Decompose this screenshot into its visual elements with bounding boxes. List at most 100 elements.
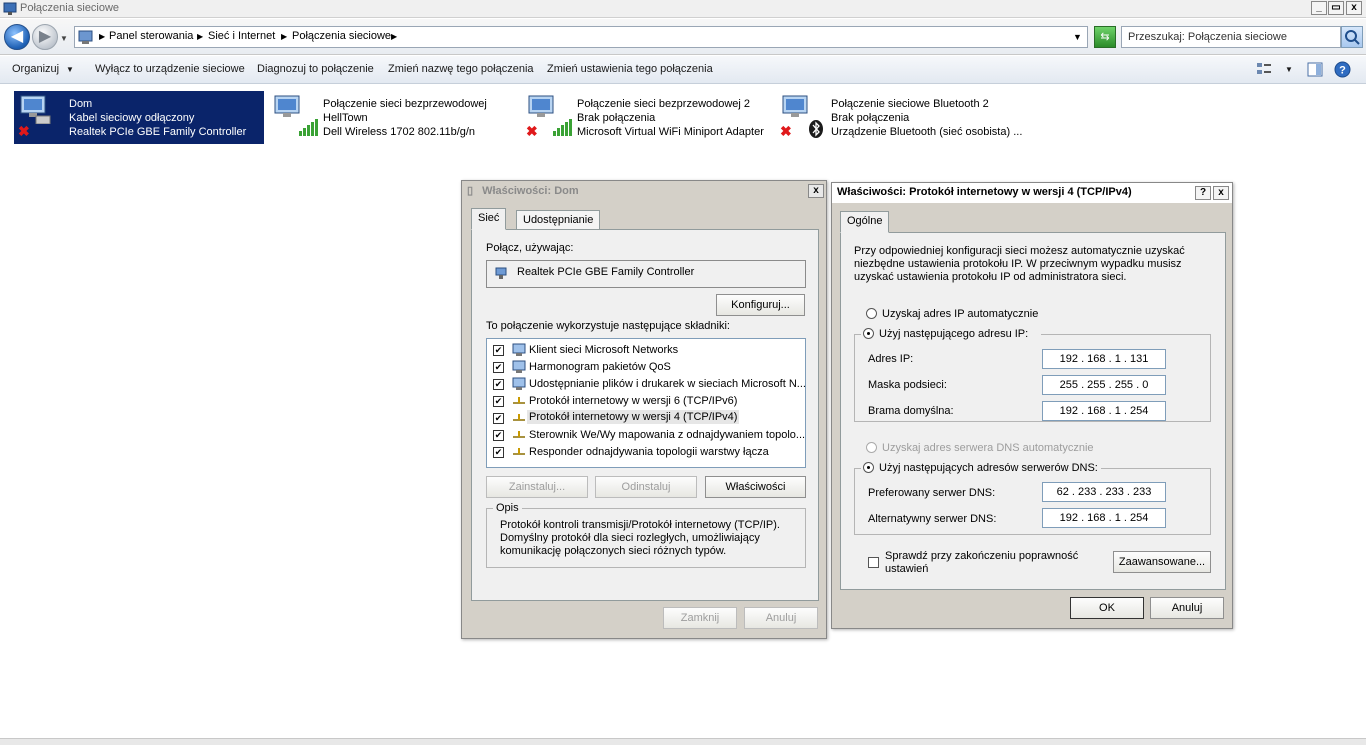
rename-button[interactable]: Zmień nazwę tego połączenia (388, 63, 534, 75)
minimize-button[interactable]: _ (1311, 1, 1327, 15)
forward-button[interactable]: ▶ (32, 24, 58, 50)
help-button[interactable]: ? (1195, 186, 1211, 200)
tab-general[interactable]: Ogólne (840, 211, 890, 233)
command-bar: Organizuj ▼ Wyłącz to urządzenie sieciow… (0, 56, 1366, 84)
change-settings-button[interactable]: Zmień ustawienia tego połączenia (547, 63, 713, 75)
checkbox[interactable]: ✔ (493, 362, 504, 373)
ok-button[interactable]: OK (1070, 597, 1144, 619)
component-label: Klient sieci Microsoft Networks (529, 344, 679, 356)
checkbox[interactable]: ✔ (493, 379, 504, 390)
checkbox[interactable]: ✔ (493, 413, 504, 424)
bluetooth-icon (809, 120, 823, 138)
recent-pages-dropdown-icon[interactable]: ▼ (60, 34, 68, 43)
auto-ip-option[interactable]: Uzyskaj adres IP automatycznie (866, 307, 1116, 321)
view-dropdown-icon[interactable]: ▼ (1285, 65, 1293, 74)
address-input[interactable]: ▶ Panel sterowania ▶ Sieć i Internet ▶ P… (74, 26, 1088, 48)
advanced-button[interactable]: Zaawansowane... (1113, 551, 1211, 573)
checkbox[interactable] (868, 557, 879, 568)
list-item[interactable]: ✔ Sterownik We/Wy mapowania z odnajdywan… (493, 428, 805, 443)
dns-group: Użyj następujących adresów serwerów DNS:… (854, 461, 1211, 535)
manual-ip-label: Użyj następującego adresu IP: (879, 328, 1029, 340)
close-dialog-button[interactable]: Zamknij (663, 607, 737, 629)
default-gateway-field[interactable]: 192 . 168 . 1 . 254 (1042, 401, 1166, 421)
breadcrumb-arrow-icon[interactable]: ▶ (281, 32, 287, 41)
connection-item-wireless[interactable]: Połączenie sieci bezprzewodowej HellTown… (268, 91, 508, 144)
organize-menu[interactable]: Organizuj (12, 63, 59, 75)
subnet-mask-field[interactable]: 255 . 255 . 255 . 0 (1042, 375, 1166, 395)
preferred-dns-field[interactable]: 62 . 233 . 233 . 233 (1042, 482, 1166, 502)
chevron-down-icon[interactable]: ▼ (66, 65, 74, 74)
install-button[interactable]: Zainstaluj... (486, 476, 588, 498)
close-button[interactable]: x (1213, 186, 1229, 200)
auto-dns-label: Uzyskaj adres serwera DNS automatycznie (882, 442, 1094, 454)
maximize-button[interactable]: ▭ (1328, 1, 1344, 15)
list-item[interactable]: ✔ Protokół internetowy w wersji 4 (TCP/I… (493, 410, 793, 426)
properties-button[interactable]: Właściwości (705, 476, 806, 498)
breadcrumb-arrow-icon[interactable]: ▶ (197, 32, 203, 41)
title-bar: Połączenia sieciowe _ ▭ x (0, 0, 1366, 18)
arrow-right-icon: ▶ (38, 28, 52, 45)
alternate-dns-field[interactable]: 192 . 168 . 1 . 254 (1042, 508, 1166, 528)
window-title: Połączenia sieciowe (20, 2, 120, 14)
checkbox[interactable]: ✔ (493, 430, 504, 441)
back-button[interactable]: ◀ (4, 24, 30, 50)
manual-ip-option[interactable]: Użyj następującego adresu IP: (861, 327, 1041, 341)
address-bar: ◀ ▶ ▼ ▶ Panel sterowania ▶ Sieć i Intern… (0, 19, 1366, 55)
uninstall-button[interactable]: Odinstaluj (595, 476, 697, 498)
close-button[interactable]: x (1346, 1, 1362, 15)
components-list[interactable]: ✔ Klient sieci Microsoft Networks ✔ Harm… (486, 338, 806, 468)
radio-button[interactable] (863, 462, 874, 473)
protocol-icon (513, 448, 525, 455)
connection-status: Brak połączenia (577, 112, 656, 124)
cancel-button[interactable]: Anuluj (1150, 597, 1224, 619)
breadcrumb-network-internet[interactable]: Sieć i Internet (208, 30, 275, 42)
radio-button[interactable] (866, 308, 877, 319)
connection-item-bluetooth[interactable]: ✖ Połączenie sieciowe Bluetooth 2 Brak p… (776, 91, 1026, 144)
diagnose-button[interactable]: Diagnozuj to połączenie (257, 63, 374, 75)
address-history-dropdown-icon[interactable]: ▼ (1073, 32, 1082, 42)
connection-item-wireless-2[interactable]: ✖ Połączenie sieci bezprzewodowej 2 Brak… (522, 91, 767, 144)
manual-dns-label: Użyj następujących adresów serwerów DNS: (879, 462, 1098, 474)
breadcrumb-arrow-icon[interactable]: ▶ (99, 32, 105, 41)
connection-name: Połączenie sieci bezprzewodowej 2 (577, 98, 751, 110)
radio-button[interactable] (863, 328, 874, 339)
checkbox[interactable]: ✔ (493, 447, 504, 458)
connection-device: Realtek PCIe GBE Family Controller (69, 126, 247, 138)
disconnected-x-icon: ✖ (780, 123, 792, 139)
connection-item-dom[interactable]: ✖ Dom Kabel sieciowy odłączony Realtek P… (14, 91, 264, 144)
preview-pane-icon[interactable] (1307, 62, 1323, 77)
list-item[interactable]: ✔ Udostępnianie plików i drukarek w siec… (493, 377, 806, 392)
subnet-mask-label: Maska podsieci: (868, 379, 947, 391)
list-item[interactable]: ✔ Klient sieci Microsoft Networks (493, 343, 793, 358)
checkbox[interactable]: ✔ (493, 396, 504, 407)
list-item[interactable]: ✔ Responder odnajdywania topologii warst… (493, 445, 793, 460)
description-group: Opis Protokół kontroli transmisji/Protok… (486, 502, 806, 568)
ip-address-field[interactable]: 192 . 168 . 1 . 131 (1042, 349, 1166, 369)
breadcrumb-network-connections[interactable]: Połączenia sieciowe (292, 30, 391, 42)
signal-strength-icon (553, 119, 572, 136)
tab-sharing[interactable]: Udostępnianie (516, 210, 601, 229)
configure-button[interactable]: Konfiguruj... (716, 294, 805, 316)
radio-button[interactable] (866, 442, 877, 453)
network-client-icon (512, 377, 526, 390)
ip-address-label: Adres IP: (868, 353, 914, 365)
search-input[interactable]: Przeszukaj: Połączenia sieciowe (1121, 26, 1341, 48)
validate-option[interactable]: Sprawdź przy zakończeniu poprawność usta… (868, 549, 1078, 577)
refresh-button[interactable]: ⇆ (1094, 26, 1116, 48)
help-icon[interactable]: ? (1334, 61, 1351, 78)
cancel-button[interactable]: Anuluj (744, 607, 818, 629)
breadcrumb-arrow-icon[interactable]: ▶ (391, 32, 397, 41)
list-item[interactable]: ✔ Protokół internetowy w wersji 6 (TCP/I… (493, 394, 793, 409)
breadcrumb-control-panel[interactable]: Panel sterowania (109, 30, 193, 42)
close-button[interactable]: x (808, 184, 824, 198)
protocol-icon (513, 397, 525, 404)
disable-device-button[interactable]: Wyłącz to urządzenie sieciowe (95, 63, 245, 75)
view-options-icon[interactable] (1256, 62, 1272, 76)
manual-dns-option[interactable]: Użyj następujących adresów serwerów DNS: (861, 461, 1101, 475)
network-adapter-icon (20, 95, 51, 124)
tab-network[interactable]: Sieć (471, 208, 507, 230)
search-button[interactable] (1341, 26, 1363, 48)
auto-dns-option[interactable]: Uzyskaj adres serwera DNS automatycznie (866, 441, 1146, 455)
checkbox[interactable]: ✔ (493, 345, 504, 356)
list-item[interactable]: ✔ Harmonogram pakietów QoS (493, 360, 793, 375)
